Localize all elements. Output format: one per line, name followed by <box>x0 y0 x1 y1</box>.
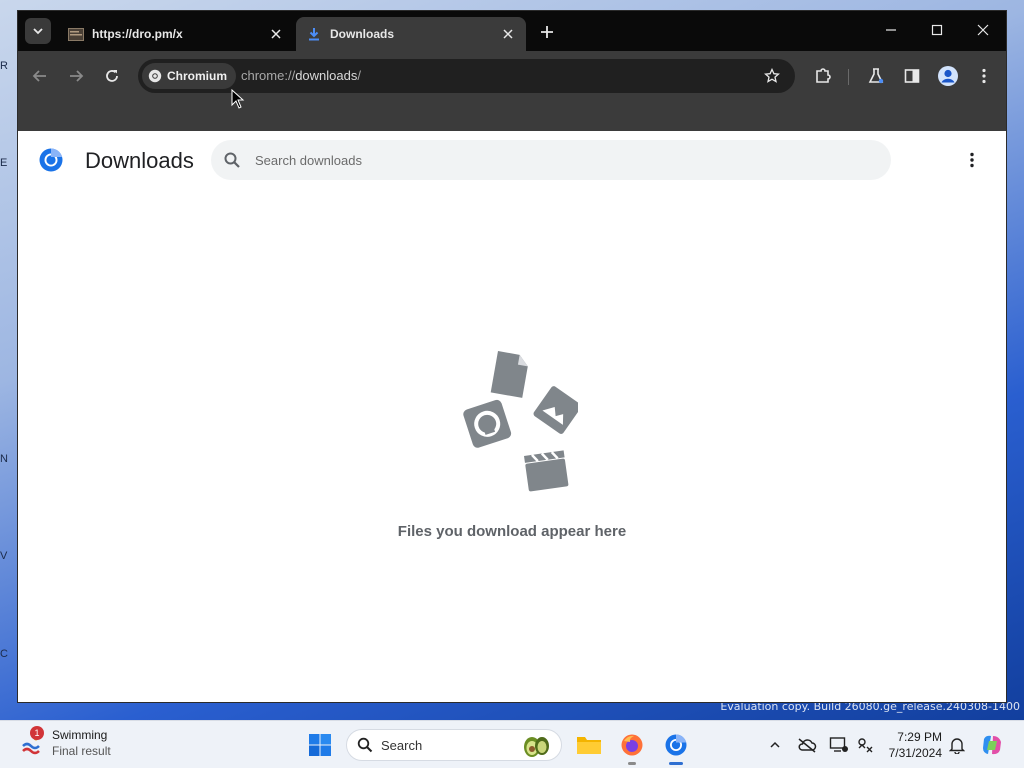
tab-strip: https://dro.pm/x Downloads <box>18 11 1006 51</box>
monitor-icon <box>829 737 848 752</box>
firefox-button[interactable] <box>617 730 647 765</box>
desktop-icon-edge[interactable]: E <box>0 157 18 169</box>
tab-search-button[interactable] <box>25 18 51 44</box>
folder-icon <box>577 737 601 754</box>
bookmark-button[interactable] <box>761 65 783 87</box>
taskbar-search-label: Search <box>381 737 423 753</box>
page-more-actions-button[interactable] <box>962 149 982 171</box>
chromium-taskbar-button[interactable] <box>661 730 691 765</box>
url-text[interactable]: chrome://downloads/ <box>241 68 361 83</box>
avatar-icon <box>938 66 958 86</box>
taskbar-search-box[interactable]: Search <box>346 729 562 761</box>
kebab-menu-icon <box>970 152 974 168</box>
side-panel-button[interactable] <box>899 63 925 89</box>
chromium-logo-icon <box>38 147 64 173</box>
bell-icon <box>949 738 965 754</box>
browser-toolbar: Chromium chrome://downloads/ <box>18 51 1006 131</box>
flask-icon <box>868 68 884 84</box>
page-favicon-icon <box>68 27 84 41</box>
clock-time: 7:29 PM <box>897 730 942 744</box>
desktop-icon-edge[interactable]: V <box>0 550 18 562</box>
widget-subtitle: Final result <box>52 744 111 758</box>
back-button[interactable] <box>27 63 53 89</box>
chevron-up-icon <box>770 741 780 748</box>
address-bar[interactable]: Chromium chrome://downloads/ <box>138 59 795 93</box>
extensions-button[interactable] <box>810 63 836 89</box>
reload-icon <box>106 70 118 82</box>
new-tab-button[interactable] <box>536 21 558 43</box>
copilot-button[interactable] <box>977 730 1007 760</box>
tab-dro-pm[interactable]: https://dro.pm/x <box>58 17 294 51</box>
tab-title: Downloads <box>330 27 395 41</box>
chevron-down-icon <box>33 28 43 35</box>
download-icon <box>306 27 322 41</box>
show-hidden-icons-button[interactable] <box>760 730 790 760</box>
arrow-right-icon <box>70 70 84 82</box>
profile-button[interactable] <box>935 63 961 89</box>
chromium-logo-icon <box>148 69 162 83</box>
maximize-icon <box>931 24 943 36</box>
chrome-labs-button[interactable] <box>863 63 889 89</box>
notification-badge: 1 <box>30 726 44 740</box>
cloud-offline-tray[interactable] <box>792 730 822 760</box>
search-downloads-input[interactable] <box>255 148 855 172</box>
star-icon <box>764 68 780 83</box>
firefox-icon <box>621 734 643 756</box>
url-tail: / <box>357 68 361 83</box>
minimize-icon <box>886 29 896 31</box>
downloads-page: Downloads Search downloads Files you dow… <box>18 131 1006 702</box>
arrow-left-icon <box>32 70 46 82</box>
empty-downloads-illustration <box>448 343 582 493</box>
tab-downloads[interactable]: Downloads <box>296 17 526 51</box>
desktop-icon-edge[interactable]: C <box>0 648 18 660</box>
empty-state-message: Files you download appear here <box>397 523 627 540</box>
widget-title: Swimming <box>52 728 108 742</box>
side-panel-icon <box>904 69 920 83</box>
close-window-button[interactable] <box>970 19 996 41</box>
tab-title: https://dro.pm/x <box>92 27 183 41</box>
notifications-button[interactable] <box>942 730 972 760</box>
desktop-icon-edge[interactable]: N <box>0 453 18 465</box>
browser-window: https://dro.pm/x Downloads Chromium chro… <box>18 11 1006 702</box>
site-info-chip[interactable]: Chromium <box>142 63 236 89</box>
network-disconnected-icon <box>858 738 873 753</box>
clock-date: 7/31/2024 <box>888 746 942 760</box>
close-tab-icon[interactable] <box>268 26 284 42</box>
chip-label: Chromium <box>167 69 227 83</box>
page-title: Downloads <box>85 148 194 173</box>
maximize-button[interactable] <box>924 19 950 41</box>
search-icon <box>357 737 373 753</box>
reload-button[interactable] <box>99 63 125 89</box>
weather-widget[interactable]: 1 Swimming Final result <box>20 726 111 759</box>
url-scheme: chrome:// <box>241 68 296 83</box>
search-bar[interactable] <box>211 140 891 180</box>
close-tab-icon[interactable] <box>500 26 516 42</box>
start-button[interactable] <box>305 730 335 760</box>
close-icon <box>977 24 989 36</box>
mouse-cursor-icon <box>231 89 245 109</box>
search-icon <box>223 151 241 169</box>
clock[interactable]: 7:29 PM 7/31/2024 <box>876 729 942 761</box>
minimize-button[interactable] <box>878 19 904 41</box>
toolbar-divider <box>848 69 849 85</box>
watermark-line: Evaluation copy. Build 26080.ge_release.… <box>720 700 1020 713</box>
browser-menu-button[interactable] <box>971 63 997 89</box>
swimmer-icon: 1 <box>20 726 46 756</box>
evaluation-watermark: Evaluation copy. Build 26080.ge_release.… <box>720 700 1020 714</box>
avocado-highlight-icon <box>524 737 549 757</box>
copilot-icon <box>983 735 1001 755</box>
windows-logo-icon <box>309 734 331 756</box>
file-explorer-button[interactable] <box>574 730 604 760</box>
url-host: downloads <box>295 68 358 83</box>
chromium-logo-icon <box>665 734 687 756</box>
taskbar: 1 Swimming Final result Search 7:29 PM 7… <box>0 720 1024 768</box>
puzzle-icon <box>816 68 831 83</box>
kebab-menu-icon <box>982 68 986 84</box>
plus-icon <box>541 26 553 38</box>
desktop-icon-edge[interactable]: R <box>0 60 18 72</box>
cloud-off-icon <box>798 738 817 753</box>
forward-button[interactable] <box>63 63 89 89</box>
